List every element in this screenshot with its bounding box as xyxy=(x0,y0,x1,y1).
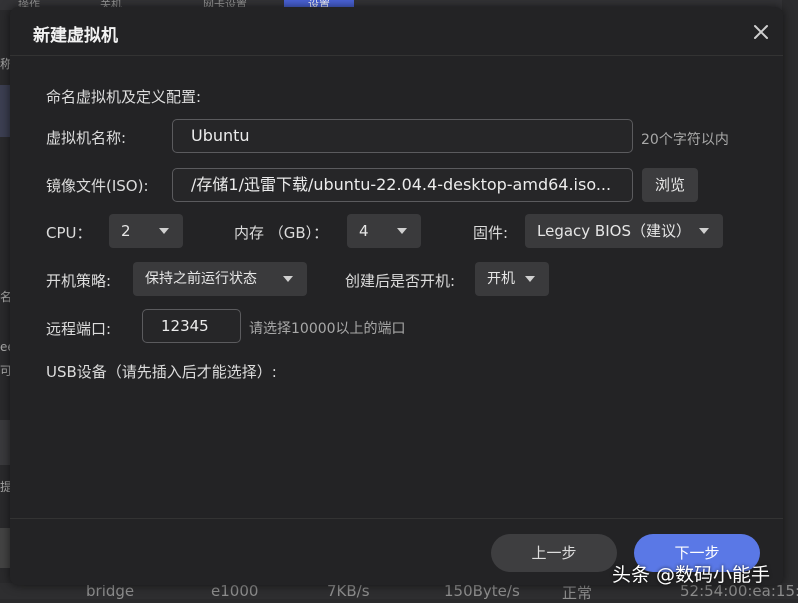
usb-label: USB设备（请先插入后才能选择）: xyxy=(46,363,277,381)
dialog-header: 新建虚拟机 xyxy=(10,7,783,56)
background-right-edge xyxy=(782,0,798,599)
bg-fragment: 名 xyxy=(0,290,10,304)
firmware-select[interactable]: Legacy BIOS（建议） xyxy=(525,214,723,248)
boot-policy-label: 开机策略: xyxy=(46,272,112,290)
memory-value: 4 xyxy=(359,222,369,240)
background-row xyxy=(0,528,10,568)
start-after-create-value: 开机 xyxy=(487,271,515,287)
vm-name-label: 虚拟机名称: xyxy=(46,129,127,147)
cpu-label: CPU： xyxy=(46,224,92,242)
remote-port-hint: 请选择10000以上的端口 xyxy=(249,321,406,337)
start-after-create-select[interactable]: 开机 xyxy=(475,262,549,296)
bg-fragment: 可 xyxy=(0,364,10,378)
section-heading: 命名虚拟机及定义配置: xyxy=(46,88,202,106)
iso-path-input[interactable]: /存储1/迅雷下载/ubuntu-22.04.4-desktop-amd64.i… xyxy=(172,168,633,202)
chevron-down-icon xyxy=(283,276,293,282)
memory-label: 内存 （GB）： xyxy=(234,224,329,242)
bg-fragment: ee xyxy=(0,340,10,354)
start-after-create-label: 创建后是否开机: xyxy=(345,272,456,290)
iso-label: 镜像文件(ISO): xyxy=(46,177,149,195)
dialog-footer-divider xyxy=(10,518,783,519)
remote-port-label: 远程端口: xyxy=(46,320,112,338)
background-row-highlight xyxy=(0,85,10,137)
vm-name-hint: 20个字符以内 xyxy=(641,132,729,148)
firmware-label: 固件: xyxy=(473,224,509,242)
boot-policy-select[interactable]: 保持之前运行状态 xyxy=(133,262,307,296)
prev-step-button[interactable]: 上一步 xyxy=(491,534,617,572)
chevron-down-icon xyxy=(159,228,169,234)
chevron-down-icon xyxy=(699,228,709,234)
firmware-value: Legacy BIOS（建议） xyxy=(537,222,691,240)
close-icon xyxy=(754,25,768,39)
close-button[interactable] xyxy=(750,21,772,43)
vm-name-input[interactable]: Ubuntu xyxy=(172,119,633,153)
background-row xyxy=(0,420,10,465)
dialog-title: 新建虚拟机 xyxy=(33,26,118,46)
cpu-select[interactable]: 2 xyxy=(109,214,183,248)
watermark: 头条 @数码小能手 xyxy=(612,564,771,586)
browse-button[interactable]: 浏览 xyxy=(642,168,698,202)
memory-select[interactable]: 4 xyxy=(347,214,421,248)
bg-fragment: 提 xyxy=(0,480,10,494)
new-vm-dialog: 新建虚拟机 命名虚拟机及定义配置: 虚拟机名称: Ubuntu 20个字符以内 … xyxy=(10,7,783,585)
chevron-down-icon xyxy=(397,228,407,234)
bg-fragment: 称 xyxy=(0,57,10,71)
bg-cell-status: 正常 xyxy=(562,584,593,602)
cpu-value: 2 xyxy=(121,222,131,240)
chevron-down-icon xyxy=(525,276,535,282)
boot-policy-value: 保持之前运行状态 xyxy=(145,271,257,287)
remote-port-input[interactable]: 12345 xyxy=(142,309,241,343)
